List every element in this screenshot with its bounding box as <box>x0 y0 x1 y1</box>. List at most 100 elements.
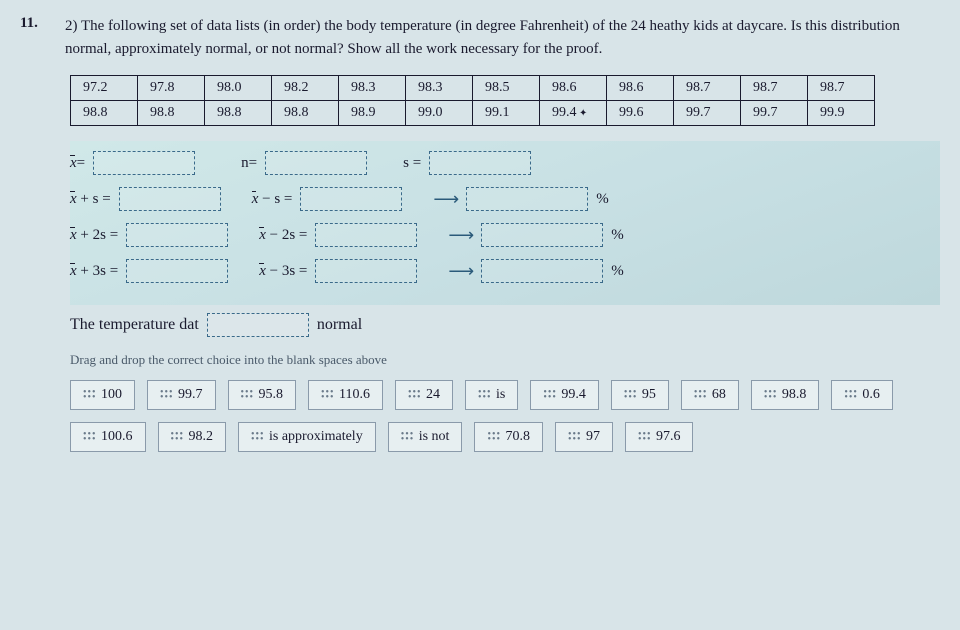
choice-chip[interactable]: ••••••70.8 <box>474 422 543 452</box>
question-number: 11. <box>20 15 40 60</box>
table-cell: 99.7 <box>674 101 741 126</box>
percent-label: % <box>611 227 624 244</box>
plus-s-label: x + s = <box>70 191 111 208</box>
choice-chip[interactable]: ••••••0.6 <box>831 380 893 410</box>
choice-chip[interactable]: ••••••99.4 <box>530 380 599 410</box>
blank-pct-2s[interactable] <box>481 223 603 247</box>
line-xbar-n-s: x= n= s = <box>70 151 940 175</box>
question-text: 2) The following set of data lists (in o… <box>65 15 940 60</box>
conclusion-post: normal <box>317 316 362 334</box>
choice-chip[interactable]: ••••••100 <box>70 380 135 410</box>
choice-label: is not <box>419 429 450 445</box>
choice-chip[interactable]: ••••••95 <box>611 380 669 410</box>
choice-label: is approximately <box>269 429 363 445</box>
percent-label: % <box>596 191 609 208</box>
choice-label: 95.8 <box>259 387 284 403</box>
choice-label: 24 <box>426 387 440 403</box>
choice-chip[interactable]: •••••• 97 <box>555 422 613 452</box>
choice-chip[interactable]: ••••••68 <box>681 380 739 410</box>
choice-chip[interactable]: •••••• 110.6 <box>308 380 383 410</box>
plus-3s-label: x + 3s = <box>70 263 118 280</box>
blank-s[interactable] <box>429 151 531 175</box>
choice-label: 100.6 <box>101 429 133 445</box>
table-cell: 98.6 <box>607 76 674 101</box>
choice-label: 100 <box>101 387 122 403</box>
cursor-icon: ✦ <box>577 108 588 119</box>
choice-chip[interactable]: •••••• is approximately <box>238 422 376 452</box>
choice-label: 95 <box>642 387 656 403</box>
blank-minus-3s[interactable] <box>315 259 417 283</box>
drag-handle-icon: •••••• <box>844 390 854 400</box>
table-cell: 98.3 <box>406 76 473 101</box>
table-cell: 97.2 <box>71 76 138 101</box>
table-cell: 97.8 <box>138 76 205 101</box>
conclusion-pre: The temperature dat <box>70 316 199 334</box>
table-cell: 99.7 <box>741 101 808 126</box>
drag-handle-icon: •••••• <box>478 390 488 400</box>
choice-chip[interactable]: ••••••98.2 <box>158 422 227 452</box>
drag-handle-icon: •••••• <box>251 432 261 442</box>
choice-label: is <box>496 387 505 403</box>
choice-chip[interactable]: •••••• 98.8 <box>751 380 820 410</box>
choice-chip[interactable]: •••••• is not <box>388 422 463 452</box>
blank-plus-2s[interactable] <box>126 223 228 247</box>
blank-plus-s[interactable] <box>119 187 221 211</box>
choice-label: 98.2 <box>189 429 214 445</box>
plus-2s-label: x + 2s = <box>70 227 118 244</box>
table-cell: 98.0 <box>205 76 272 101</box>
choice-chip[interactable]: ••••••100.6 <box>70 422 146 452</box>
choice-label: 97 <box>586 429 600 445</box>
line-1s: x + s = x − s = ⟶ % <box>70 187 940 211</box>
question-row: 11. 2) The following set of data lists (… <box>20 15 940 60</box>
table-cell: 98.6 <box>540 76 607 101</box>
instruction-text: Drag and drop the correct choice into th… <box>70 352 940 368</box>
drag-handle-icon: •••••• <box>568 432 578 442</box>
blank-plus-3s[interactable] <box>126 259 228 283</box>
drag-handle-icon: •••••• <box>160 390 170 400</box>
drag-handle-icon: •••••• <box>764 390 774 400</box>
table-cell: 99.4 ✦ <box>540 101 607 126</box>
table-cell: 98.2 <box>272 76 339 101</box>
table-cell: 98.3 <box>339 76 406 101</box>
xbar-label: x= <box>70 155 85 172</box>
table-cell: 98.8 <box>138 101 205 126</box>
table-cell: 98.9 <box>339 101 406 126</box>
table-cell: 99.1 <box>473 101 540 126</box>
blank-minus-2s[interactable] <box>315 223 417 247</box>
blank-pct-3s[interactable] <box>481 259 603 283</box>
blank-pct-1s[interactable] <box>466 187 588 211</box>
choice-label: 97.6 <box>656 429 681 445</box>
table-cell: 98.7 <box>741 76 808 101</box>
choice-label: 98.8 <box>782 387 807 403</box>
line-2s: x + 2s = x − 2s = ⟶ % <box>70 223 940 247</box>
minus-2s-label: x − 2s = <box>259 227 307 244</box>
blank-conclusion[interactable] <box>207 313 309 337</box>
choice-chip[interactable]: •••••• 24 <box>395 380 453 410</box>
drag-handle-icon: •••••• <box>241 390 251 400</box>
drag-handle-icon: •••••• <box>321 390 331 400</box>
blank-xbar[interactable] <box>93 151 195 175</box>
table-cell: 98.7 <box>674 76 741 101</box>
choice-label: 99.7 <box>178 387 203 403</box>
blank-minus-s[interactable] <box>300 187 402 211</box>
arrow-icon: ⟶ <box>448 225 473 246</box>
table-row: 97.297.898.098.298.398.398.598.698.698.7… <box>71 76 875 101</box>
choice-chip[interactable]: •••••• 95.8 <box>228 380 297 410</box>
blank-n[interactable] <box>265 151 367 175</box>
data-table: 97.297.898.098.298.398.398.598.698.698.7… <box>70 75 875 126</box>
drag-handle-icon: •••••• <box>401 432 411 442</box>
choice-chip[interactable]: •••••• is <box>465 380 518 410</box>
drag-handle-icon: •••••• <box>408 390 418 400</box>
minus-3s-label: x − 3s = <box>259 263 307 280</box>
choice-chip[interactable]: •••••• 97.6 <box>625 422 694 452</box>
drag-handle-icon: •••••• <box>638 432 648 442</box>
drag-handle-icon: •••••• <box>487 432 497 442</box>
drag-handle-icon: •••••• <box>694 390 704 400</box>
arrow-icon: ⟶ <box>448 261 473 282</box>
choice-chip[interactable]: •••••• 99.7 <box>147 380 216 410</box>
table-cell: 98.8 <box>205 101 272 126</box>
n-label: n= <box>241 155 257 172</box>
percent-label: % <box>611 263 624 280</box>
table-cell: 99.0 <box>406 101 473 126</box>
choice-label: 110.6 <box>339 387 370 403</box>
